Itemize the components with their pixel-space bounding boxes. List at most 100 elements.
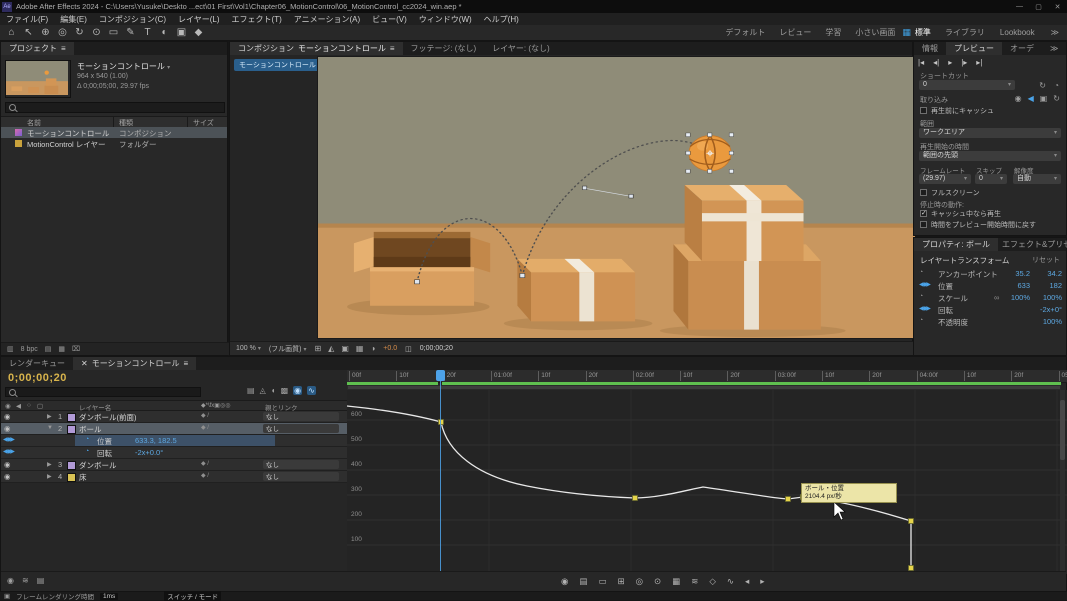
rotation-row[interactable]: ◀◆▶ 回転 -2x+0° — [914, 304, 1066, 316]
pan-behind-tool-icon[interactable]: ⊙ — [88, 27, 105, 38]
menu-item[interactable]: ヘルプ(H) — [478, 14, 525, 25]
cache-indicator-icon[interactable]: ◉ — [7, 576, 14, 585]
solo-icon[interactable]: ○ — [27, 402, 31, 409]
orbit-camera-tool-icon[interactable]: ↻ — [71, 27, 88, 38]
scale-row[interactable]: ◔ スケール ∞ 100% 100% — [914, 292, 1066, 304]
menu-item[interactable]: コンポジション(C) — [93, 14, 172, 25]
switches-header[interactable]: ◆*\fx▣◎◎ — [201, 402, 230, 409]
keyframe-nav-icon[interactable]: ◀◆▶ — [3, 436, 14, 443]
new-folder-icon[interactable]: ▤ — [45, 345, 52, 353]
reset-shortcut-icon[interactable]: ↻ — [1039, 81, 1046, 90]
mask-visibility-icon[interactable]: ◭ — [328, 344, 334, 353]
brush-tool-icon[interactable]: ◐ — [156, 27, 173, 38]
easy-ease-out-icon[interactable]: ▸ — [760, 576, 764, 587]
layer-color-swatch[interactable] — [67, 473, 76, 482]
property-value[interactable]: 633.3, 182.5 — [135, 436, 177, 445]
stopwatch-icon[interactable]: ◔ — [919, 269, 923, 276]
property-name[interactable]: 回転 — [97, 448, 112, 459]
workspace-item[interactable]: レビュー — [772, 27, 818, 38]
opacity-row[interactable]: ◔ 不透明度 100% — [914, 316, 1066, 328]
menu-item[interactable]: エフェクト(T) — [226, 14, 288, 25]
fullscreen-checkbox[interactable] — [920, 189, 927, 196]
quality-select[interactable]: (フル画質) ▾ — [269, 344, 307, 354]
tab-audio[interactable]: オーデ — [1002, 42, 1042, 55]
expander-icon[interactable]: ▶ — [47, 413, 52, 420]
eye-icon[interactable]: ◉ — [5, 402, 11, 410]
show-properties-icon[interactable]: ◉ — [561, 576, 568, 587]
close-button[interactable]: ✕ — [1048, 3, 1067, 11]
viewer-timecode[interactable]: 0;00;00;20 — [420, 345, 453, 352]
tab-preview[interactable]: プレビュー — [946, 42, 1002, 55]
position-row[interactable]: ◀◆▶ 位置 633 182 — [914, 280, 1066, 292]
grid-guides-icon[interactable]: ⊞ — [314, 344, 321, 353]
motion-blur-icon[interactable]: ◉ — [293, 386, 302, 395]
frame-blend-all-icon[interactable]: ≋ — [22, 576, 29, 585]
reset-time-checkbox[interactable] — [920, 221, 927, 228]
position-x-value[interactable]: 633 — [1002, 281, 1030, 290]
edit-selected-keyframes-icon[interactable]: ◇ — [709, 576, 716, 587]
workspace-item[interactable]: 標準 — [908, 27, 938, 38]
audio-icon[interactable]: ◀ — [1028, 94, 1034, 103]
loop-icon[interactable]: ↻ — [1053, 94, 1060, 103]
region-of-interest-icon[interactable]: ▣ — [341, 344, 349, 353]
project-search-input[interactable] — [5, 102, 225, 113]
first-frame-button[interactable]: |◂ — [918, 58, 924, 67]
parent-select[interactable]: なし▾ — [263, 412, 339, 421]
lock-icon[interactable]: ▢ — [37, 402, 43, 410]
menu-item[interactable]: レイヤー(L) — [172, 14, 226, 25]
eye-icon[interactable]: ◉ — [4, 412, 11, 421]
stopwatch-icon[interactable]: ◔ — [919, 317, 923, 324]
column-divider[interactable] — [113, 116, 114, 127]
fit-selection-icon[interactable]: ⊙ — [654, 576, 661, 587]
menu-item[interactable]: ビュー(V) — [366, 14, 413, 25]
easy-ease-icon[interactable]: ∿ — [727, 576, 734, 587]
stopwatch-icon[interactable]: ◔ — [85, 448, 89, 455]
snapshot-icon[interactable]: ◫ — [405, 345, 412, 353]
layer-row-selected[interactable]: ◉ ▼ 2 ボール ◆ / なし▾ — [1, 423, 347, 435]
layer-color-swatch[interactable] — [67, 425, 76, 434]
clone-stamp-tool-icon[interactable]: ▣ — [173, 27, 190, 38]
viewer-comp-chip[interactable]: モーションコントロール — [234, 59, 321, 71]
tab-render-queue[interactable]: レンダーキュー — [1, 357, 73, 370]
layer-switches[interactable]: ◆ / — [201, 472, 209, 479]
skip-select[interactable]: 0▾ — [975, 174, 1007, 184]
stopwatch-icon[interactable]: ◔ — [85, 436, 89, 443]
layer-name[interactable]: ダンボール — [79, 460, 117, 471]
menu-item[interactable]: ファイル(F) — [0, 14, 54, 25]
workspace-item[interactable]: ライブラリ — [938, 27, 992, 38]
expander-icon[interactable]: ▼ — [47, 425, 53, 431]
graph-editor-icon[interactable]: ∿ — [307, 386, 316, 395]
mini-flowchart-icon[interactable]: ▤ — [247, 386, 255, 395]
layer-row[interactable]: ◉ ▶ 4 床 ◆ / なし▾ — [1, 471, 347, 483]
scale-x-value[interactable]: 100% — [1002, 293, 1030, 302]
exposure-control[interactable]: +0.0 — [383, 345, 397, 352]
reset-button[interactable]: リセット — [1032, 255, 1060, 265]
tab-footage[interactable]: フッテージ: (なし) — [403, 42, 485, 55]
zoom-tool-icon[interactable]: ◎ — [54, 27, 71, 38]
previous-frame-button[interactable]: ◂| — [933, 58, 939, 67]
play-button[interactable]: ▸ — [948, 58, 952, 67]
layer-switches[interactable]: ◆ / — [201, 424, 209, 431]
property-row-rotation[interactable]: ◀◆▶ ◔ 回転 -2x+0.0° — [1, 447, 347, 459]
layer-row[interactable]: ◉ ▶ 3 ダンボール ◆ / なし▾ — [1, 459, 347, 471]
transform-section-label[interactable]: レイヤートランスフォーム — [920, 255, 1009, 266]
close-tab-icon[interactable]: ✕ — [81, 359, 88, 368]
shape-tool-icon[interactable]: ▭ — [105, 27, 122, 38]
duration-icon[interactable]: ◔ — [1054, 81, 1059, 90]
draft-3d-icon[interactable]: ◬ — [260, 386, 266, 395]
separate-dimensions-icon[interactable]: ≋ — [691, 576, 698, 587]
project-row-composition[interactable]: モーションコントロール コンポジション — [1, 127, 227, 138]
last-frame-button[interactable]: ▸| — [976, 58, 982, 67]
panel-menu-icon[interactable]: ≡ — [61, 44, 66, 53]
project-comp-name[interactable]: モーションコントロール ▾ — [77, 61, 170, 72]
hand-tool-icon[interactable]: ⊕ — [37, 27, 54, 38]
delete-icon[interactable]: ⌧ — [72, 345, 80, 353]
tab-info[interactable]: 情報 — [914, 42, 946, 55]
anchor-y-value[interactable]: 34.2 — [1034, 269, 1062, 278]
layer-switches[interactable]: ◆ / — [201, 460, 209, 467]
tab-project[interactable]: プロジェクト ≡ — [1, 42, 74, 55]
menu-item[interactable]: ウィンドウ(W) — [413, 14, 478, 25]
overlays-icon[interactable]: ▣ — [1040, 94, 1048, 103]
property-name[interactable]: 位置 — [97, 436, 112, 447]
snap-icon[interactable]: ⊞ — [617, 576, 624, 587]
